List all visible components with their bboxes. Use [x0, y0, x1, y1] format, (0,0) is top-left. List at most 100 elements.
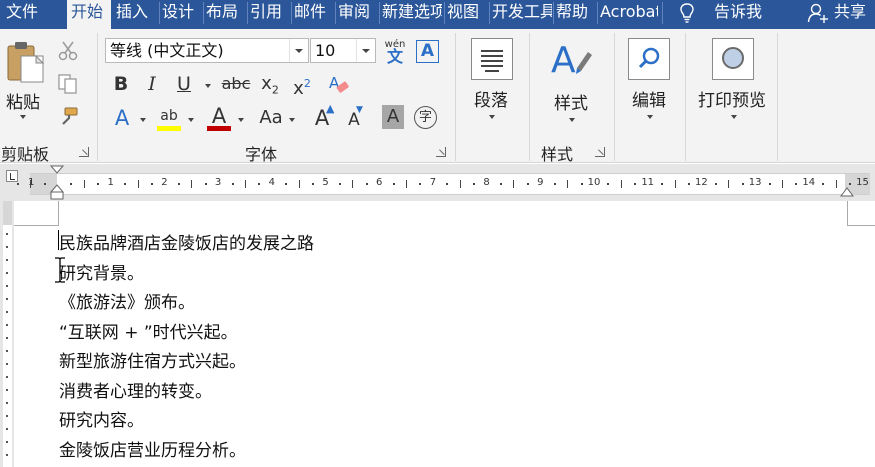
tab-view[interactable]: 视图 [447, 0, 487, 29]
clipboard-group-label: 剪贴板 [1, 145, 50, 164]
ruler-number: 12 [695, 177, 708, 188]
paste-icon[interactable] [6, 40, 48, 84]
doc-line[interactable]: 研究背景。 [59, 259, 144, 284]
tab-selector[interactable] [6, 170, 18, 182]
clear-formatting-icon[interactable]: A [328, 73, 350, 95]
ruler-half-tick [137, 180, 139, 188]
tab-file[interactable]: 文件 [6, 0, 64, 29]
text-effects-dropdown-arrow[interactable] [140, 118, 146, 122]
underline-button[interactable]: U [173, 71, 195, 97]
character-border-button[interactable]: A [416, 40, 439, 63]
paste-dropdown-arrow[interactable] [20, 115, 26, 119]
tab-review[interactable]: 审阅 [338, 0, 378, 29]
phonetic-guide-button[interactable]: wén 文 [382, 39, 408, 65]
ruler-number: 10 [587, 177, 601, 188]
doc-line[interactable]: 金陵饭店营业历程分析。 [59, 436, 246, 461]
share-person-icon[interactable] [807, 2, 829, 24]
doc-line[interactable]: 消费者心理的转变。 [59, 377, 212, 402]
print-preview-label[interactable]: 打印预览 [698, 86, 766, 111]
ribbon-tab-bar: 文件 开始 插入 设计 布局 引用 邮件 审阅 新建选项卡 视图 开发工具 帮助… [0, 0, 875, 29]
vruler-dot [6, 415, 8, 417]
crop-mark-right [847, 201, 848, 225]
styles-group-label: 样式 [541, 145, 574, 164]
copy-icon[interactable] [57, 73, 79, 95]
paste-label[interactable]: 粘贴 [6, 88, 40, 113]
doc-line[interactable]: 新型旅游住宿方式兴起。 [59, 347, 246, 372]
ruler-dot [338, 183, 341, 185]
font-name-combo[interactable]: 等线 (中文正文) [105, 38, 309, 63]
doc-line[interactable]: 研究内容。 [59, 406, 144, 431]
tab-help[interactable]: 帮助 [556, 0, 596, 29]
vruler-dot [6, 259, 8, 261]
change-case-button[interactable]: Aa [256, 105, 286, 131]
font-launcher-icon[interactable] [436, 147, 446, 157]
highlight-dropdown-arrow[interactable] [188, 118, 194, 122]
tab-acrobat[interactable]: Acrobat [600, 0, 658, 29]
ruler-dot [16, 183, 19, 185]
styles-launcher-icon[interactable] [595, 147, 605, 157]
vruler-dot [6, 324, 8, 326]
editing-label[interactable]: 编辑 [632, 86, 666, 111]
ruler-dot [204, 183, 207, 185]
enclose-characters-button[interactable]: 字 [414, 106, 437, 129]
doc-title[interactable]: 民族品牌酒店金陵饭店的发展之路 [59, 229, 314, 254]
styles-label[interactable]: 样式 [554, 89, 588, 114]
ruler-dot [419, 183, 422, 185]
print-preview-icon[interactable] [712, 38, 754, 80]
document-page[interactable]: 民族品牌酒店金陵饭店的发展之路 研究背景。 《旅游法》颁布。 “互联网 + ”时… [14, 201, 875, 467]
ruler-number: 7 [429, 177, 437, 188]
doc-line[interactable]: 《旅游法》颁布。 [59, 288, 195, 313]
ruler-half-tick [835, 180, 837, 188]
paragraph-label[interactable]: 段落 [474, 86, 508, 111]
tab-mailings[interactable]: 邮件 [294, 0, 334, 29]
bold-button[interactable]: B [110, 71, 132, 97]
svg-text:A: A [551, 40, 576, 81]
print-preview-dropdown-arrow[interactable] [731, 115, 737, 119]
horizontal-ruler[interactable]: 1 1 2 3 4 5 6 7 8 9 10 11 12 13 14 15 [16, 173, 870, 195]
strikethrough-button[interactable]: abc [221, 71, 251, 97]
change-case-dropdown-arrow[interactable] [289, 118, 295, 122]
vruler-dot [6, 376, 8, 378]
ruler-dot [661, 183, 664, 185]
doc-line[interactable]: “互联网 + ”时代兴起。 [59, 318, 238, 343]
ruler-dot [258, 183, 261, 185]
shrink-font-button[interactable]: A ▼ [343, 105, 365, 133]
tab-developer[interactable]: 开发工具 [492, 0, 552, 29]
font-size-combo[interactable]: 10 [310, 38, 376, 63]
tab-layout[interactable]: 布局 [206, 0, 246, 29]
clipboard-launcher-icon[interactable] [79, 147, 89, 157]
tab-new-tab[interactable]: 新建选项卡 [382, 0, 442, 29]
tab-insert[interactable]: 插入 [116, 0, 156, 29]
ruler-number: 3 [214, 177, 222, 188]
tell-me-search[interactable]: 告诉我 [714, 0, 774, 29]
tab-home[interactable]: 开始 [67, 0, 111, 29]
ruler-half-tick [83, 180, 85, 188]
vruler-dot [6, 233, 8, 235]
lightbulb-icon [680, 3, 694, 23]
styles-icon[interactable]: A [550, 38, 594, 82]
indent-marker-left[interactable] [50, 165, 64, 201]
share-button[interactable]: 共享 [834, 0, 875, 29]
superscript-button[interactable]: x2 [290, 71, 314, 102]
italic-button[interactable]: I [141, 71, 163, 97]
text-effects-button[interactable]: A [110, 105, 134, 131]
format-painter-icon[interactable] [57, 106, 79, 128]
crop-mark-left [58, 201, 59, 225]
editing-dropdown-arrow[interactable] [647, 115, 653, 119]
editing-search-icon[interactable] [628, 38, 670, 80]
vertical-ruler[interactable] [0, 201, 14, 467]
ruler-half-tick [244, 180, 246, 188]
paragraph-dropdown-arrow[interactable] [489, 115, 495, 119]
ruler-dot [312, 183, 315, 185]
indent-marker-right[interactable] [840, 184, 854, 198]
font-color-dropdown-arrow[interactable] [238, 118, 244, 122]
tab-design[interactable]: 设计 [162, 0, 202, 29]
tab-references[interactable]: 引用 [250, 0, 290, 29]
character-shading-button[interactable]: A [382, 105, 404, 129]
styles-dropdown-arrow[interactable] [569, 118, 575, 122]
cut-icon[interactable] [57, 40, 79, 62]
grow-font-button[interactable]: A ▲ [311, 102, 335, 131]
subscript-button[interactable]: x2 [258, 71, 282, 104]
underline-dropdown-arrow[interactable] [205, 84, 211, 88]
paragraph-icon[interactable] [471, 38, 513, 80]
